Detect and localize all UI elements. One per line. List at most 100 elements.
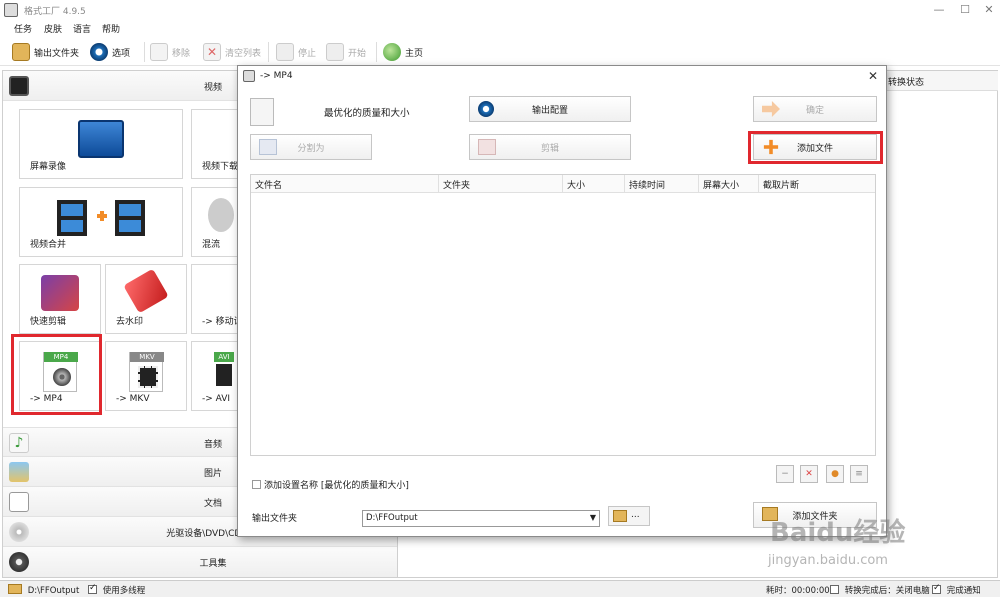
menu-bar: 任务 皮肤 语言 帮助 <box>0 20 1000 36</box>
mux-icon <box>208 198 234 232</box>
multithread-checkbox[interactable] <box>88 583 97 594</box>
preset-label: 最优化的质量和大小 <box>324 108 410 119</box>
start-button[interactable]: 开始 <box>326 41 366 63</box>
browse-folder-button[interactable]: ... <box>608 506 650 526</box>
clip-label: 剪辑 <box>540 143 559 154</box>
column-size[interactable]: 大小 <box>563 175 625 193</box>
add-setting-name-checkbox[interactable] <box>252 480 261 489</box>
mp4-dialog: -> MP4 ✕ 最优化的质量和大小 输出配置 确定 分割为 剪辑 添加文件 2… <box>237 65 887 537</box>
tile-to-mkv[interactable]: MKV -> MKV <box>105 341 187 411</box>
home-label: 主页 <box>405 48 424 59</box>
file-list-header: 文件名 文件夹 大小 持续时间 屏幕大小 截取片断 <box>251 175 875 193</box>
folder-icon <box>8 584 22 594</box>
options-icon <box>90 43 108 61</box>
tile-quick-clip[interactable]: 快速剪辑 <box>19 264 101 334</box>
home-button[interactable]: 主页 <box>383 41 423 63</box>
category-tools[interactable]: 工具集 <box>3 547 397 577</box>
menu-help[interactable]: 帮助 <box>102 22 120 35</box>
multithread-label: 使用多线程 <box>102 586 146 596</box>
split-button[interactable]: 分割为 <box>250 134 372 160</box>
add-setting-name-label: 添加设置名称 [最优化的质量和大小] <box>264 481 409 491</box>
tile-label: 视频下载 <box>202 162 239 172</box>
maximize-button[interactable]: ☐ <box>954 2 976 18</box>
tile-label: -> MKV <box>116 394 150 404</box>
close-button[interactable]: ✕ <box>978 2 1000 18</box>
avi-badge: AVI <box>214 352 234 362</box>
highlight-box-2 <box>748 131 883 164</box>
play-icon[interactable]: ● <box>826 465 844 483</box>
column-screen-size[interactable]: 屏幕大小 <box>699 175 759 193</box>
add-setting-name-option[interactable]: 添加设置名称 [最优化的质量和大小] <box>252 478 409 491</box>
clear-list-label: 清空列表 <box>225 48 262 59</box>
info-icon[interactable]: ≡ <box>850 465 868 483</box>
tile-label: 混流 <box>202 240 221 250</box>
menu-language[interactable]: 语言 <box>73 22 91 35</box>
remove-file-icon[interactable]: − <box>776 465 794 483</box>
chevron-down-icon: ▼ <box>589 513 596 522</box>
dialog-title-bar: -> MP4 ✕ <box>238 66 886 88</box>
column-duration[interactable]: 持续时间 <box>625 175 699 193</box>
file-list-table[interactable]: 文件名 文件夹 大小 持续时间 屏幕大小 截取片断 <box>250 174 876 456</box>
column-clip-range[interactable]: 截取片断 <box>759 175 875 193</box>
split-label: 分割为 <box>297 143 325 154</box>
tile-label: 屏幕录像 <box>30 162 67 172</box>
menu-skin[interactable]: 皮肤 <box>44 22 62 35</box>
stop-label: 停止 <box>298 48 317 59</box>
after-convert-checkbox[interactable] <box>830 585 839 594</box>
dialog-close-button[interactable]: ✕ <box>868 69 878 83</box>
clear-list-button[interactable]: ✕ 清空列表 <box>203 41 261 63</box>
remove-label: 移除 <box>172 48 191 59</box>
start-label: 开始 <box>348 48 367 59</box>
options-button[interactable]: 选项 <box>90 41 130 63</box>
tile-label: 快速剪辑 <box>30 317 67 327</box>
minimize-button[interactable]: — <box>928 2 950 18</box>
clip-button[interactable]: 剪辑 <box>469 134 631 160</box>
output-folder-value: D:\FFOutput <box>366 513 418 523</box>
column-filename[interactable]: 文件名 <box>251 175 439 193</box>
folder-icon <box>12 43 30 61</box>
tile-label: -> AVI <box>202 394 231 404</box>
elapsed-time: 耗时：00:00:00 <box>766 586 830 596</box>
output-folder-label: 输出文件夹 <box>252 514 298 524</box>
menu-task[interactable]: 任务 <box>14 22 32 35</box>
eraser-icon <box>123 268 169 314</box>
clear-files-icon[interactable]: ✕ <box>800 465 818 483</box>
notify-label: 完成通知 <box>946 586 981 596</box>
start-icon <box>326 43 344 61</box>
after-convert-option[interactable]: 转换完成后：关闭电脑 <box>830 584 930 596</box>
output-folder-button[interactable]: 输出文件夹 <box>12 41 79 63</box>
dialog-title: -> MP4 <box>260 71 293 81</box>
ok-label: 确定 <box>805 105 824 116</box>
mkv-badge: MKV <box>130 352 164 362</box>
baidu-watermark: Baidu经验 <box>770 518 906 548</box>
status-folder[interactable]: D:\FFOutput <box>8 584 79 596</box>
output-folder-select[interactable]: D:\FFOutput ▼ <box>362 510 600 527</box>
stop-icon <box>276 43 294 61</box>
ok-button[interactable]: 确定 <box>753 96 877 122</box>
after-convert-label: 转换完成后：关闭电脑 <box>844 586 930 596</box>
output-config-button[interactable]: 输出配置 <box>469 96 631 122</box>
tile-video-merge[interactable]: 视频合并 <box>19 187 183 257</box>
tile-remove-watermark[interactable]: 去水印 <box>105 264 187 334</box>
output-folder-label: 输出文件夹 <box>34 48 80 59</box>
folder-icon <box>613 510 627 522</box>
browse-dots: ... <box>631 510 640 520</box>
tile-screen-record[interactable]: 屏幕录像 <box>19 109 183 179</box>
status-path: D:\FFOutput <box>27 586 80 596</box>
tile-label: 视频合并 <box>30 240 67 250</box>
multithread-option[interactable]: 使用多线程 <box>88 583 146 596</box>
notify-checkbox[interactable] <box>932 583 941 594</box>
toolbar-separator <box>376 42 377 62</box>
notify-option[interactable]: 完成通知 <box>932 583 981 596</box>
column-convert-status-label: 转换状态 <box>888 78 925 88</box>
video-merge-icon <box>57 200 145 236</box>
film-icon <box>138 366 158 388</box>
remove-button[interactable]: 移除 <box>150 41 190 63</box>
column-folder[interactable]: 文件夹 <box>439 175 563 193</box>
status-bar: D:\FFOutput 使用多线程 耗时：00:00:00 转换完成后：关闭电脑… <box>0 580 1000 597</box>
category-tools-label: 工具集 <box>199 559 227 569</box>
baidu-watermark-url: jingyan.baidu.com <box>768 553 888 568</box>
app-icon <box>4 3 18 17</box>
stop-button[interactable]: 停止 <box>276 41 316 63</box>
column-convert-status[interactable]: 转换状态 <box>878 71 998 91</box>
